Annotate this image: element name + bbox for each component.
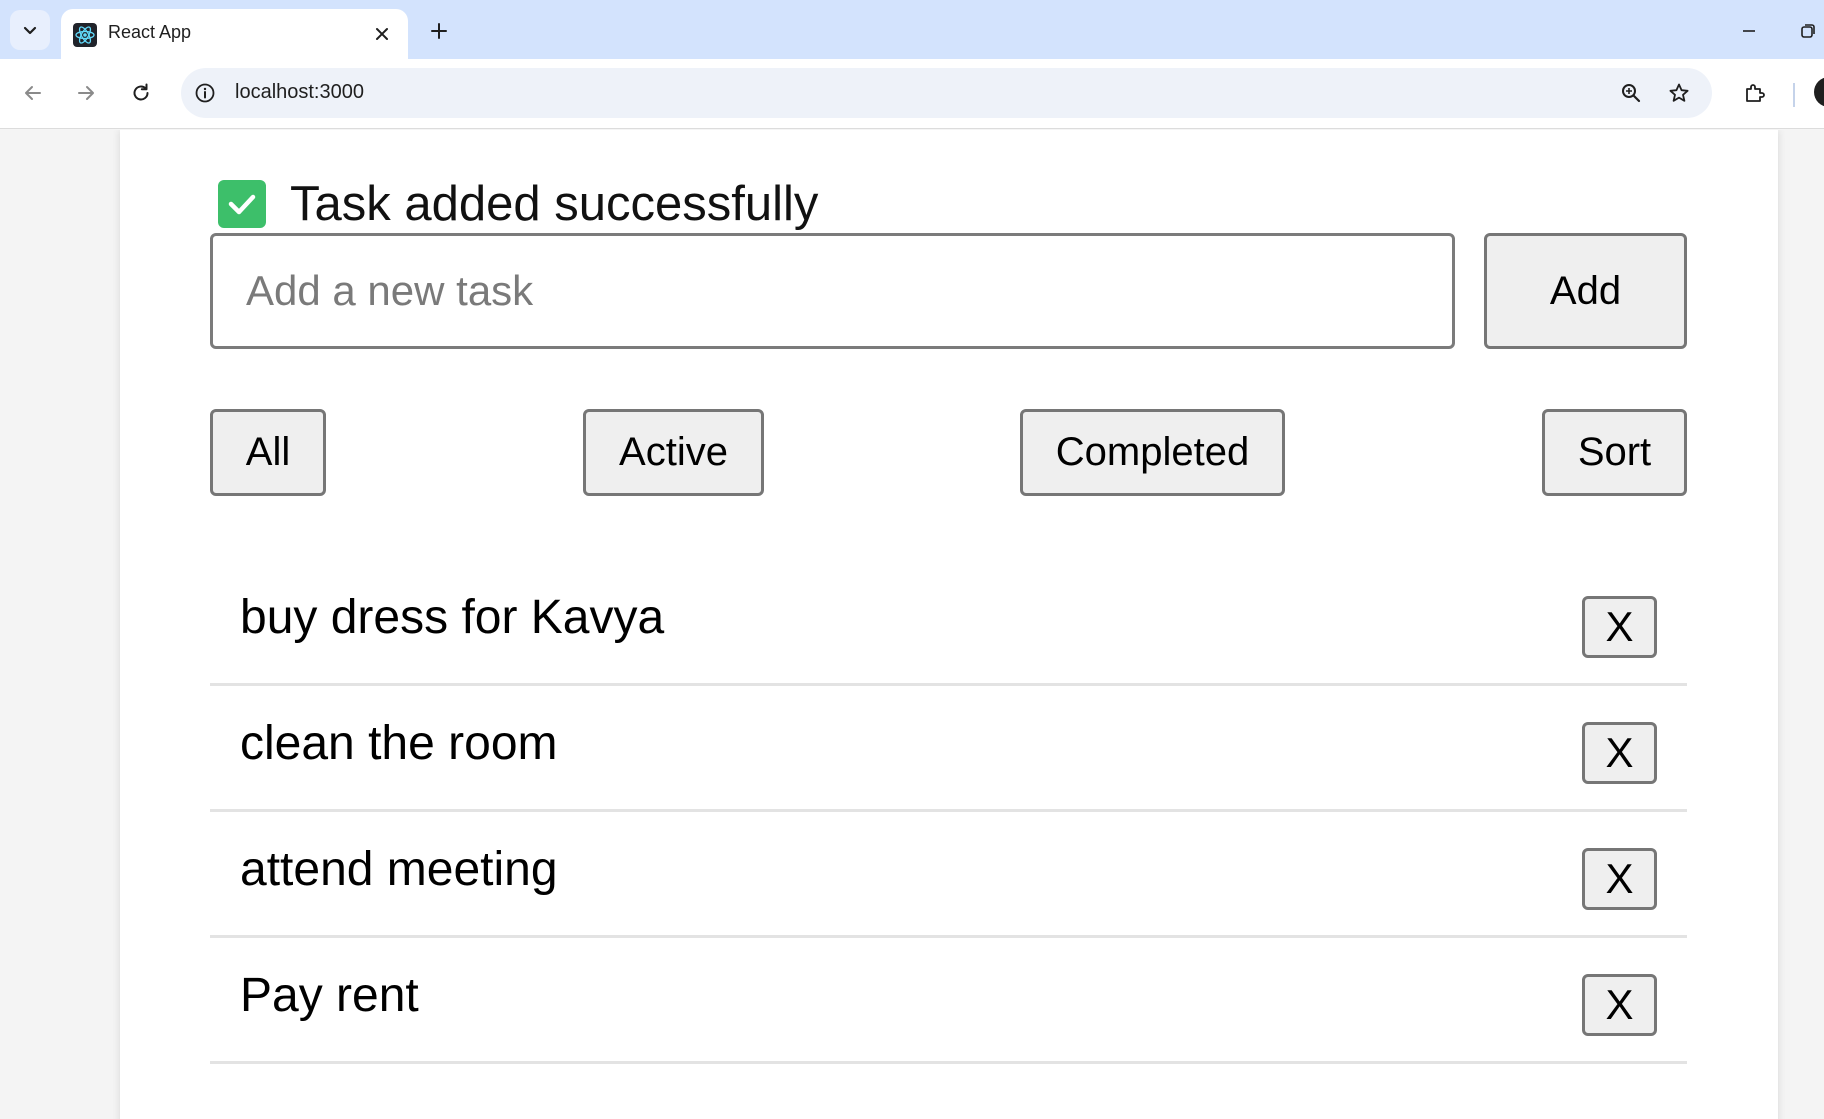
forward-button[interactable] <box>66 73 106 113</box>
browser-tab-bar: React App <box>0 0 1824 59</box>
browser-toolbar: localhost:3000 <box>0 59 1824 129</box>
task-text[interactable]: buy dress for Kavya <box>240 590 664 645</box>
todo-app-card: Task added successfully Add All Active C… <box>120 130 1778 1119</box>
window-minimize-button[interactable] <box>1734 16 1764 46</box>
browser-tab[interactable]: React App <box>61 9 408 59</box>
bookmark-button[interactable] <box>1666 80 1692 106</box>
tab-list-button[interactable] <box>10 10 50 50</box>
sort-button[interactable]: Sort <box>1542 409 1687 496</box>
task-item[interactable]: clean the room X <box>210 686 1687 812</box>
delete-task-button[interactable]: X <box>1582 722 1657 784</box>
task-item[interactable]: Pay rent X <box>210 938 1687 1064</box>
plus-icon <box>431 23 447 39</box>
react-logo-icon <box>73 23 97 47</box>
filter-active-button[interactable]: Active <box>583 409 764 496</box>
check-icon <box>218 180 266 228</box>
delete-task-button[interactable]: X <box>1582 974 1657 1036</box>
filter-completed-button[interactable]: Completed <box>1020 409 1285 496</box>
task-text[interactable]: Pay rent <box>240 968 419 1023</box>
site-info-button[interactable] <box>193 81 217 105</box>
info-icon <box>195 83 215 103</box>
close-icon <box>376 28 388 40</box>
url-text: localhost:3000 <box>235 81 364 103</box>
address-bar[interactable]: localhost:3000 <box>181 68 1712 118</box>
restore-icon <box>1801 24 1815 38</box>
zoom-button[interactable] <box>1618 80 1644 106</box>
new-tab-button[interactable] <box>424 16 454 46</box>
reload-icon <box>133 83 149 101</box>
success-toast: Task added successfully <box>218 177 819 231</box>
profile-avatar[interactable] <box>1814 77 1824 107</box>
minimize-icon <box>1743 30 1755 32</box>
puzzle-icon <box>1746 84 1765 102</box>
arrow-right-icon <box>78 86 94 100</box>
task-item[interactable]: buy dress for Kavya X <box>210 560 1687 686</box>
tab-title: React App <box>108 22 192 42</box>
back-button[interactable] <box>13 73 53 113</box>
task-text[interactable]: attend meeting <box>240 842 558 897</box>
task-list: buy dress for Kavya X clean the room X a… <box>210 560 1687 1064</box>
task-text[interactable]: clean the room <box>240 716 558 771</box>
reload-button[interactable] <box>121 73 161 113</box>
new-task-input[interactable] <box>210 233 1455 349</box>
arrow-left-icon <box>25 86 41 100</box>
window-restore-button[interactable] <box>1800 16 1824 46</box>
toast-message: Task added successfully <box>290 177 819 231</box>
toolbar-divider <box>1793 83 1795 107</box>
star-icon <box>1669 83 1689 102</box>
extensions-button[interactable] <box>1735 73 1775 113</box>
chevron-down-icon <box>23 26 37 35</box>
delete-task-button[interactable]: X <box>1582 596 1657 658</box>
zoom-in-icon <box>1622 84 1641 103</box>
page-viewport: Task added successfully Add All Active C… <box>0 130 1824 1119</box>
add-task-button[interactable]: Add <box>1484 233 1687 349</box>
tab-close-button[interactable] <box>370 22 394 46</box>
delete-task-button[interactable]: X <box>1582 848 1657 910</box>
filter-all-button[interactable]: All <box>210 409 326 496</box>
task-item[interactable]: attend meeting X <box>210 812 1687 938</box>
